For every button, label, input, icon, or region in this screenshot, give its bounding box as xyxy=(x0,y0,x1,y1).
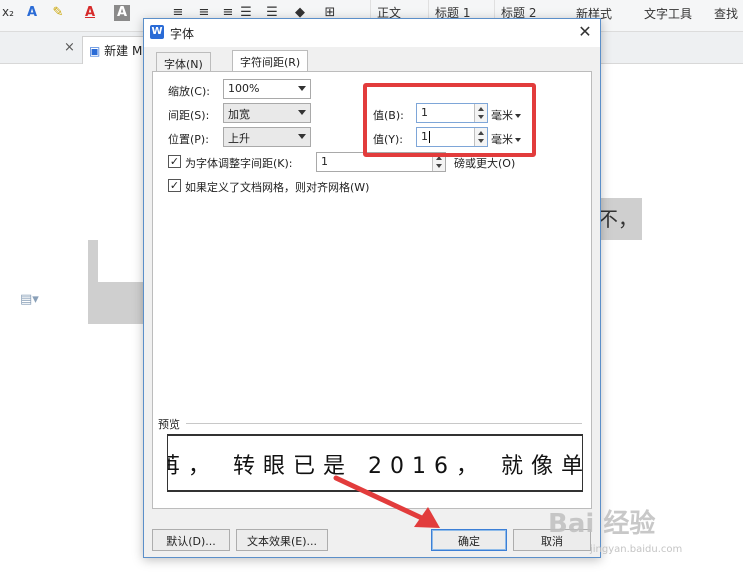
dialog-title: 字体 xyxy=(170,27,195,41)
document-icon: ▣ xyxy=(89,44,101,58)
annotation-highlight-box xyxy=(363,83,536,157)
tab-character-spacing[interactable]: 字符间距(R) xyxy=(232,50,309,72)
document-text-fragment: 不， xyxy=(598,207,638,231)
find-button[interactable]: 查找 xyxy=(714,5,738,23)
chevron-down-icon xyxy=(298,134,306,139)
scale-select[interactable]: 100% xyxy=(223,79,311,99)
dialog-titlebar[interactable]: W 字体 ✕ xyxy=(144,19,600,47)
grid-align-label: 如果定义了文档网格，则对齐网格(W) xyxy=(185,181,370,194)
grid-align-checkbox[interactable]: ✓ xyxy=(168,179,181,192)
font-color-icon[interactable]: A xyxy=(82,5,98,21)
scale-label: 缩放(C): xyxy=(168,85,210,98)
close-tab-icon[interactable]: × xyxy=(64,40,75,55)
spacing-value: 加宽 xyxy=(228,108,250,121)
close-icon[interactable]: ✕ xyxy=(576,22,594,41)
position-select[interactable]: 上升 xyxy=(223,127,311,147)
text-tools-button[interactable]: 文字工具 xyxy=(644,5,692,23)
tab-font[interactable]: 字体(N) xyxy=(156,52,211,72)
highlight-pen-icon[interactable]: ✎ xyxy=(50,5,66,21)
wps-logo-icon: W xyxy=(150,25,164,39)
kerning-suffix: 磅或更大(O) xyxy=(454,157,516,170)
paragraph-options-icon[interactable]: ▤▾ xyxy=(20,292,39,307)
ok-button[interactable]: 确定 xyxy=(431,529,507,551)
chevron-down-icon xyxy=(298,110,306,115)
position-label: 位置(P): xyxy=(168,133,209,146)
char-shading-icon[interactable]: A xyxy=(114,5,130,21)
default-button[interactable]: 默认(D)... xyxy=(152,529,230,551)
selection-block-bottom xyxy=(88,282,150,324)
text-effect-icon[interactable]: A xyxy=(24,5,40,21)
document-tab[interactable]: ▣ 新建 M xyxy=(82,36,152,64)
baidu-watermark: Bai 经验 xyxy=(548,509,656,539)
chevron-down-icon xyxy=(298,86,306,91)
baidu-watermark-url: jingyan.baidu.com xyxy=(590,544,683,555)
preview-divider xyxy=(186,423,582,424)
subscript-button[interactable]: x₂ xyxy=(2,5,14,23)
preview-label: 预览 xyxy=(158,418,180,431)
kerning-value: 1 xyxy=(321,155,328,168)
preview-text: 苒， 转眼已是 2016， 就像单单 xyxy=(168,454,582,479)
spacing-select[interactable]: 加宽 xyxy=(223,103,311,123)
spacing-label: 间距(S): xyxy=(168,109,210,122)
document-tab-label: 新建 M xyxy=(104,44,143,58)
text-effect-button[interactable]: 文本效果(E)... xyxy=(236,529,328,551)
position-value: 上升 xyxy=(228,132,250,145)
preview-box: 苒， 转眼已是 2016， 就像单单 xyxy=(167,434,583,492)
scale-value: 100% xyxy=(228,82,260,95)
kerning-checkbox[interactable]: ✓ xyxy=(168,155,181,168)
kerning-label: 为字体调整字间距(K): xyxy=(185,157,293,170)
